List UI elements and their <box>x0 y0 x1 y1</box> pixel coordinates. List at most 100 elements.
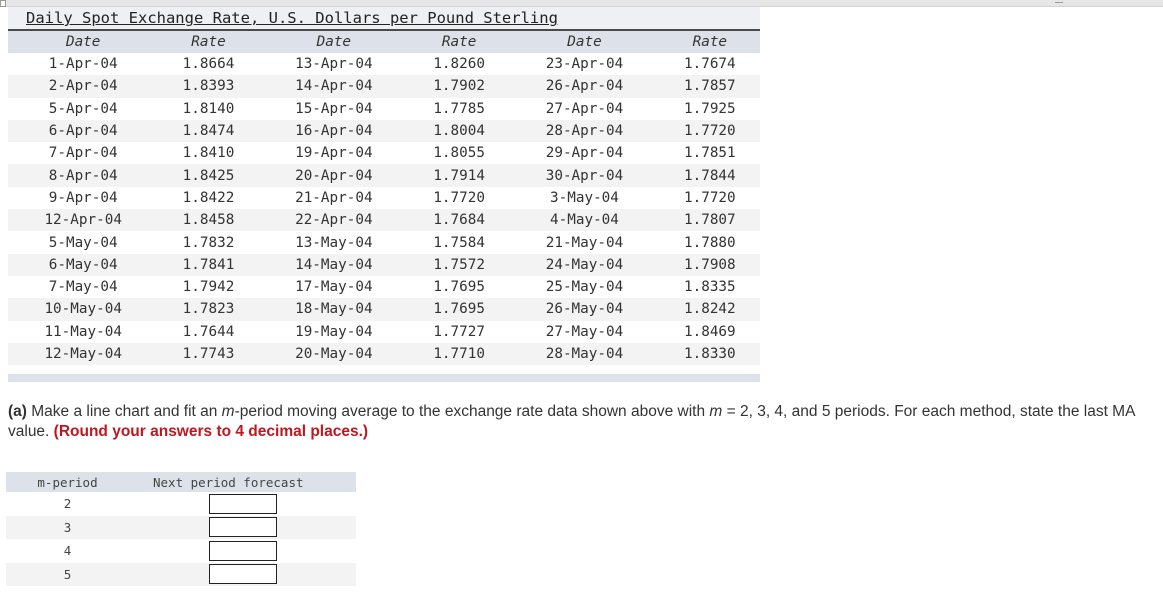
m-period-value: 4 <box>6 539 129 563</box>
date-cell: 7-Apr-04 <box>8 142 159 165</box>
rate-cell: 1.8330 <box>659 342 760 366</box>
forecast-cell <box>129 539 356 563</box>
rates-row: 5-May-04 1.7832 13-May-04 1.7584 21-May-04 1.… <box>8 231 760 254</box>
date-cell: 5-May-04 <box>8 231 159 254</box>
rate-cell: 1.8422 <box>158 186 259 210</box>
rate-cell: 1.7743 <box>158 342 259 366</box>
header-rate: Rate <box>409 31 510 53</box>
date-cell: 12-May-04 <box>8 342 159 366</box>
date-cell: 12-Apr-04 <box>8 209 159 232</box>
forecast-input-m3[interactable] <box>209 517 277 538</box>
date-cell: 28-Apr-04 <box>509 119 660 143</box>
date-cell: 27-May-04 <box>509 320 660 343</box>
header-rate: Rate <box>158 31 259 53</box>
rate-cell: 1.7925 <box>659 97 760 120</box>
rate-cell: 1.7880 <box>659 231 760 254</box>
corner-handle-icon <box>0 0 6 7</box>
date-cell: 18-May-04 <box>258 298 410 321</box>
minimize-mark-icon <box>1055 2 1063 3</box>
date-cell: 2-Apr-04 <box>8 75 159 98</box>
rates-row: 7-Apr-04 1.8410 19-Apr-04 1.8055 29-Apr-04 1.… <box>8 142 760 165</box>
date-cell: 24-May-04 <box>509 253 660 276</box>
rate-cell: 1.7710 <box>409 342 510 366</box>
rate-cell: 1.8140 <box>158 97 259 120</box>
rate-cell: 1.8474 <box>158 119 259 143</box>
rates-row: 1-Apr-04 1.8664 13-Apr-04 1.8260 23-Apr-04 1.… <box>8 53 760 76</box>
rate-cell: 1.7720 <box>409 186 510 210</box>
date-cell: 14-May-04 <box>258 253 410 276</box>
date-cell: 23-Apr-04 <box>509 53 660 76</box>
date-cell: 30-Apr-04 <box>509 164 660 187</box>
rate-cell: 1.7727 <box>409 320 510 343</box>
date-cell: 27-Apr-04 <box>509 97 660 120</box>
date-cell: 22-Apr-04 <box>258 209 410 232</box>
answer-row: 5 <box>6 562 356 586</box>
header-date: Date <box>8 31 159 53</box>
date-cell: 3-May-04 <box>509 186 660 210</box>
rounding-instruction: (Round your answers to 4 decimal places.… <box>53 423 369 440</box>
forecast-input-m2[interactable] <box>209 493 277 514</box>
rate-cell: 1.8260 <box>409 53 510 76</box>
rate-cell: 1.8055 <box>409 142 510 165</box>
rates-row: 10-May-04 1.7823 18-May-04 1.7695 26-May-04 1… <box>8 298 760 321</box>
rate-cell: 1.7584 <box>409 231 510 254</box>
rate-cell: 1.8469 <box>659 320 760 343</box>
date-cell: 8-Apr-04 <box>8 164 159 187</box>
date-cell: 14-Apr-04 <box>258 75 410 98</box>
rate-cell: 1.7720 <box>659 119 760 143</box>
rate-cell: 1.7844 <box>659 164 760 187</box>
m-period-value: 3 <box>6 515 129 539</box>
date-cell: 19-Apr-04 <box>258 142 410 165</box>
rates-row: 12-Apr-04 1.8458 22-Apr-04 1.7684 4-May-04 1.… <box>8 209 760 232</box>
forecast-cell <box>129 515 356 539</box>
rate-cell: 1.7674 <box>659 53 760 76</box>
rate-cell: 1.8335 <box>659 275 760 299</box>
forecast-input-m5[interactable] <box>209 564 277 585</box>
rate-cell: 1.8242 <box>659 298 760 321</box>
rate-cell: 1.7908 <box>659 253 760 276</box>
date-cell: 13-Apr-04 <box>258 53 410 76</box>
date-cell: 7-May-04 <box>8 275 159 299</box>
answer-row: 4 <box>6 539 356 563</box>
rates-row: 11-May-04 1.7644 19-May-04 1.7727 27-May-04 1… <box>8 320 760 343</box>
data-table-title: Daily Spot Exchange Rate, U.S. Dollars p… <box>8 7 760 31</box>
date-cell: 28-May-04 <box>509 342 660 366</box>
date-cell: 25-May-04 <box>509 275 660 299</box>
date-cell: 6-Apr-04 <box>8 119 159 143</box>
rate-cell: 1.7720 <box>659 186 760 210</box>
answer-table: m-period Next period forecast 2345 <box>6 472 356 586</box>
rate-cell: 1.8410 <box>158 142 259 165</box>
rates-row: 12-May-04 1.7743 20-May-04 1.7710 28-May-04 1… <box>8 342 760 366</box>
rates-header-row: Date Rate Date Rate Date Rate <box>8 31 760 53</box>
forecast-input-m4[interactable] <box>209 540 277 561</box>
rate-cell: 1.7823 <box>158 298 259 321</box>
date-cell: 6-May-04 <box>8 253 159 276</box>
header-next-period-forecast: Next period forecast <box>129 472 356 492</box>
date-cell: 13-May-04 <box>258 231 410 254</box>
rate-cell: 1.7572 <box>409 253 510 276</box>
answer-row: 3 <box>6 515 356 539</box>
rate-cell: 1.7857 <box>659 75 760 98</box>
date-cell: 21-May-04 <box>509 231 660 254</box>
rate-cell: 1.7914 <box>409 164 510 187</box>
date-cell: 20-Apr-04 <box>258 164 410 187</box>
m-period-value: 2 <box>6 492 129 516</box>
rates-table: Date Rate Date Rate Date Rate 1-Apr-04 1.… <box>8 31 760 366</box>
rate-cell: 1.7695 <box>409 275 510 299</box>
rate-cell: 1.7644 <box>158 320 259 343</box>
rate-cell: 1.7807 <box>659 209 760 232</box>
question-text: (a) Make a line chart and fit an m-perio… <box>8 403 1135 440</box>
rate-cell: 1.8425 <box>158 164 259 187</box>
forecast-cell <box>129 562 356 586</box>
answer-header-row: m-period Next period forecast <box>6 472 356 492</box>
rates-row: 6-May-04 1.7841 14-May-04 1.7572 24-May-04 1.… <box>8 253 760 276</box>
date-cell: 26-May-04 <box>509 298 660 321</box>
date-cell: 15-Apr-04 <box>258 97 410 120</box>
date-cell: 20-May-04 <box>258 342 410 366</box>
date-cell: 1-Apr-04 <box>8 53 159 76</box>
rate-cell: 1.7851 <box>659 142 760 165</box>
rates-row: 7-May-04 1.7942 17-May-04 1.7695 25-May-04 1.… <box>8 275 760 299</box>
part-label: (a) <box>8 403 27 420</box>
date-cell: 5-Apr-04 <box>8 97 159 120</box>
rate-cell: 1.7695 <box>409 298 510 321</box>
